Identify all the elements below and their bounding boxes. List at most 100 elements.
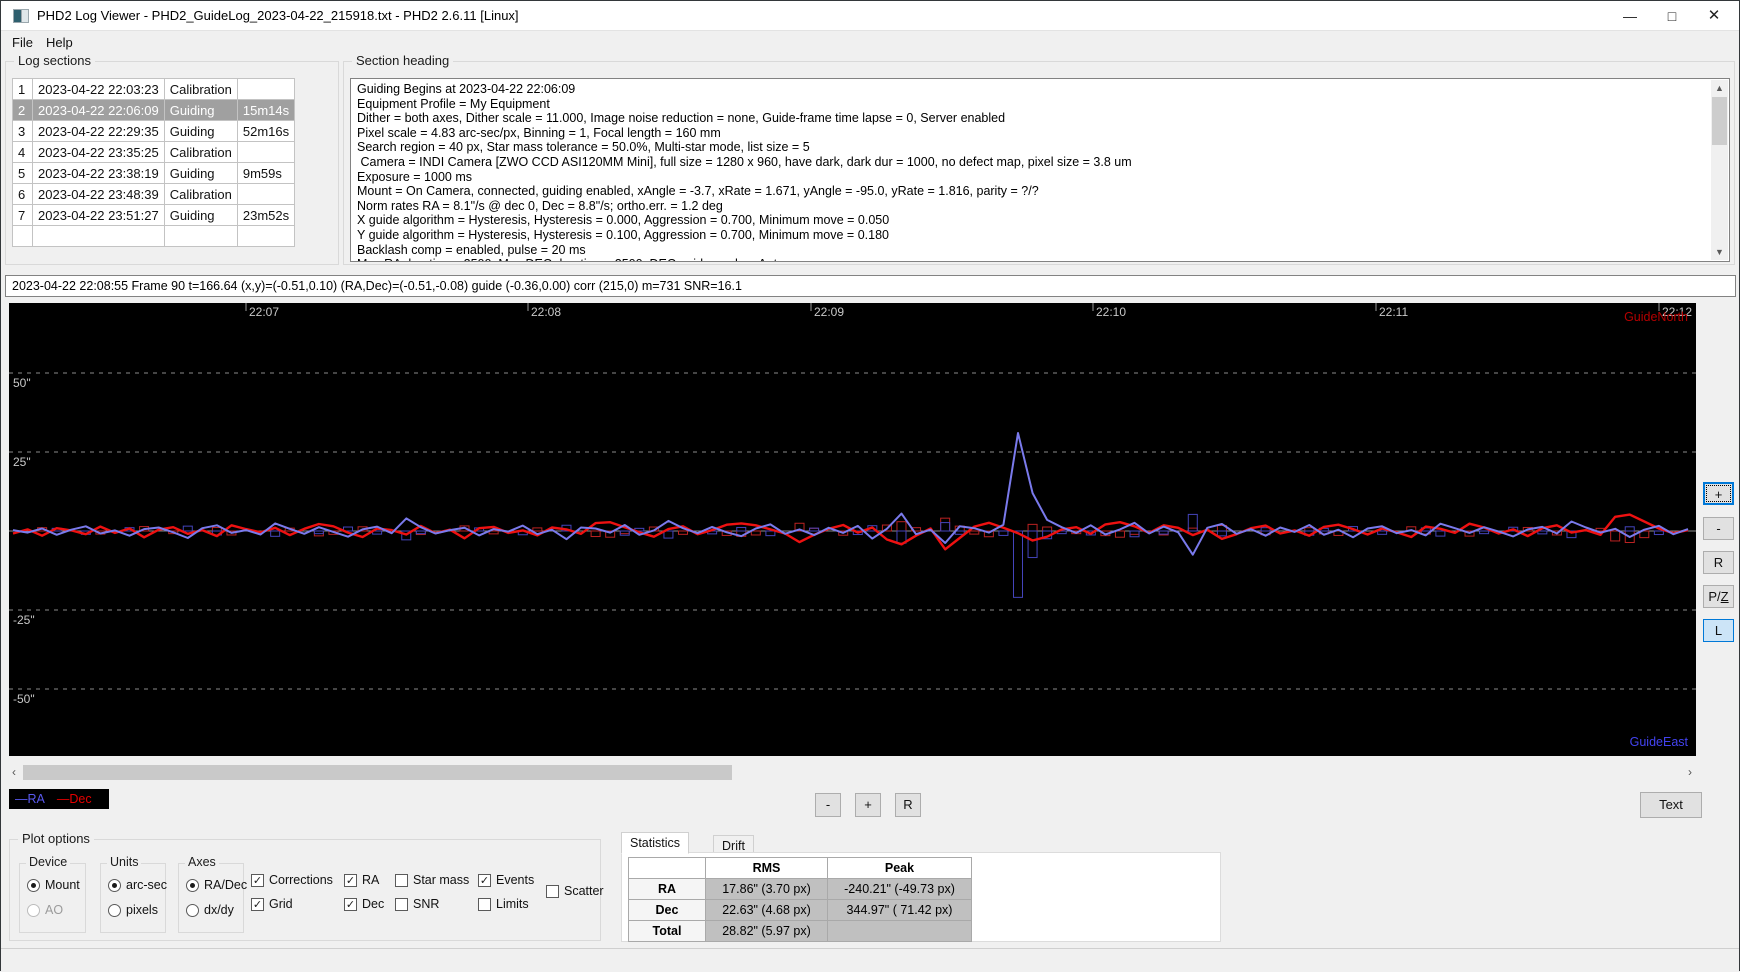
stats-row: Dec22.63" (4.68 px)344.97" ( 71.42 px) [629, 900, 972, 921]
log-section-cell: Guiding [164, 163, 237, 184]
log-section-row[interactable]: 12023-04-22 22:03:23Calibration [13, 79, 295, 100]
zoom-button-plus[interactable]: + [855, 793, 881, 817]
correction-pulse [1611, 531, 1620, 541]
minimize-button[interactable]: — [1613, 1, 1647, 31]
checkbox-ra[interactable]: ✓ [344, 874, 357, 887]
checkbox-scatter[interactable] [546, 885, 559, 898]
checkbox-label: SNR [413, 897, 439, 911]
tab-statistics[interactable]: Statistics [621, 832, 689, 854]
checkbox-label: Grid [269, 897, 293, 911]
log-text-line: Pixel scale = 4.83 arc-sec/px, Binning =… [357, 126, 1707, 141]
correction-pulse [766, 531, 775, 536]
log-section-cell: 2023-04-22 23:48:39 [33, 184, 165, 205]
option-group-units: Unitsarc-secpixels [100, 863, 166, 933]
stats-row: RA17.86" (3.70 px)-240.21" (-49.73 px) [629, 879, 972, 900]
log-section-row[interactable]: 72023-04-22 23:51:27Guiding23m52s [13, 205, 295, 226]
radio-dx-dy[interactable] [186, 904, 199, 917]
checkbox-label: Star mass [413, 873, 469, 887]
radio-ao[interactable] [27, 904, 40, 917]
log-section-row[interactable]: 32023-04-22 22:29:35Guiding52m16s [13, 121, 295, 142]
chart-button-+[interactable]: + [1703, 482, 1734, 505]
stats-row-header: RA [629, 879, 706, 900]
maximize-button[interactable]: □ [1655, 1, 1689, 31]
checkbox-events[interactable]: ✓ [478, 874, 491, 887]
log-section-row[interactable]: 42023-04-22 23:35:25Calibration [13, 142, 295, 163]
log-section-cell: 1 [13, 79, 33, 100]
log-text-line: Norm rates RA = 8.1"/s @ dec 0, Dec = 8.… [357, 199, 1707, 214]
scrollbar-thumb[interactable] [1712, 97, 1727, 145]
checkbox-label: RA [362, 873, 379, 887]
radio-arc-sec[interactable] [108, 879, 121, 892]
log-section-cell [33, 226, 165, 247]
correction-pulse [751, 531, 760, 535]
checkbox-grid[interactable]: ✓ [251, 898, 264, 911]
correction-pulse [737, 527, 746, 531]
chart-button-p-z[interactable]: P/Z [1703, 585, 1734, 608]
text-button[interactable]: Text [1640, 792, 1702, 818]
checkbox-dec[interactable]: ✓ [344, 898, 357, 911]
option-group-label: Units [107, 855, 141, 869]
correction-pulse [620, 531, 629, 535]
log-section-cell: 6 [13, 184, 33, 205]
correction-pulse [1654, 531, 1663, 535]
guide-chart[interactable]: 50"25"-25"-50"22:0722:0822:0922:1022:112… [9, 303, 1696, 756]
section-heading-lines: Guiding Begins at 2023-04-22 22:06:09Equ… [357, 82, 1707, 262]
log-text-line: Exposure = 1000 ms [357, 170, 1707, 185]
hscroll-left-icon[interactable]: ‹ [7, 764, 21, 780]
radio-ra-dec[interactable] [186, 879, 199, 892]
y-axis-label: -25" [13, 613, 35, 627]
log-text-line: Max RA duration = 2500, Max DEC duration… [357, 257, 1707, 262]
log-text-line: Dither = both axes, Dither scale = 11.00… [357, 111, 1707, 126]
radio-label: arc-sec [126, 878, 167, 892]
log-text-line: Backlash comp = enabled, pulse = 20 ms [357, 243, 1707, 258]
plot-options-label: Plot options [18, 831, 94, 846]
scroll-down-icon[interactable]: ▼ [1711, 244, 1728, 260]
log-section-cell: Guiding [164, 100, 237, 121]
x-axis-label: 22:09 [814, 305, 844, 319]
correction-pulse [941, 518, 950, 531]
log-section-cell [237, 79, 294, 100]
log-section-row[interactable]: 62023-04-22 23:48:39Calibration [13, 184, 295, 205]
section-heading-textarea[interactable]: Guiding Begins at 2023-04-22 22:06:09Equ… [350, 78, 1730, 262]
checkbox-star-mass[interactable] [395, 874, 408, 887]
scroll-up-icon[interactable]: ▲ [1711, 80, 1728, 96]
hscroll-right-icon[interactable]: › [1683, 764, 1697, 780]
log-section-row[interactable]: 22023-04-22 22:06:09Guiding15m14s [13, 100, 295, 121]
checkbox-label: Corrections [269, 873, 333, 887]
correction-pulse [1625, 527, 1634, 531]
chart-button-l[interactable]: L [1703, 619, 1734, 642]
x-axis-label: 22:11 [1379, 305, 1408, 319]
correction-pulse [941, 523, 950, 531]
correction-pulse [955, 531, 964, 534]
close-button[interactable]: ✕ [1697, 1, 1731, 31]
correction-pulse [1480, 531, 1489, 534]
chart-button--[interactable]: - [1703, 517, 1734, 540]
zoom-button-reset[interactable]: R [895, 793, 921, 817]
chart-legend: —RA—Dec [9, 789, 109, 809]
log-section-row[interactable]: 52023-04-22 23:38:19Guiding9m59s [13, 163, 295, 184]
radio-mount[interactable] [27, 879, 40, 892]
log-section-cell [164, 226, 237, 247]
correction-pulse [314, 531, 323, 534]
heading-scrollbar[interactable]: ▲ ▼ [1711, 80, 1728, 260]
log-section-row[interactable] [13, 226, 295, 247]
log-section-cell: 2023-04-22 23:38:19 [33, 163, 165, 184]
hscroll-thumb[interactable] [23, 765, 732, 780]
chart-button-r[interactable]: R [1703, 551, 1734, 574]
log-text-line: Search region = 40 px, Star mass toleran… [357, 140, 1707, 155]
stats-peak-value: -240.21" (-49.73 px) [828, 879, 972, 900]
menu-help[interactable]: Help [39, 33, 80, 52]
checkbox-snr[interactable] [395, 898, 408, 911]
correction-pulse [1115, 531, 1124, 537]
correction-pulse [1159, 531, 1168, 534]
legend-item-ra: —RA [15, 792, 45, 806]
radio-pixels[interactable] [108, 904, 121, 917]
log-text-line: Y guide algorithm = Hysteresis, Hysteres… [357, 228, 1707, 243]
checkbox-corrections[interactable]: ✓ [251, 874, 264, 887]
log-text-line: Mount = On Camera, connected, guiding en… [357, 184, 1707, 199]
zoom-button-minus[interactable]: - [815, 793, 841, 817]
checkbox-limits[interactable] [478, 898, 491, 911]
stats-header-cell: RMS [706, 858, 828, 879]
option-group-device: DeviceMountAO [19, 863, 86, 933]
menu-file[interactable]: File [5, 33, 40, 52]
